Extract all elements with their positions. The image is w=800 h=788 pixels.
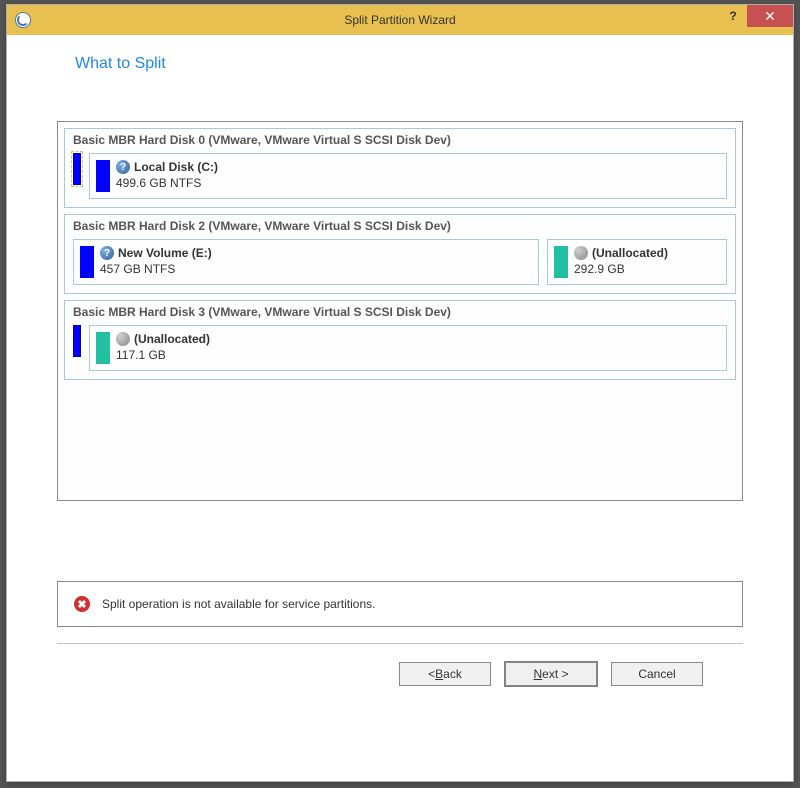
button-row: < Back Next > Cancel bbox=[57, 644, 743, 686]
page-title: What to Split bbox=[75, 55, 743, 73]
partition-details: 292.9 GB bbox=[574, 262, 668, 276]
disk-icon bbox=[574, 246, 588, 260]
partition-color-bar bbox=[554, 246, 568, 278]
info-message: Split operation is not available for ser… bbox=[102, 597, 375, 611]
partition-info: ? Local Disk (C:) 499.6 GB NTFS bbox=[116, 160, 218, 190]
disk-group-3: Basic MBR Hard Disk 3 (VMware, VMware Vi… bbox=[64, 300, 736, 380]
partition-color-bar bbox=[80, 246, 94, 278]
partition-details: 117.1 GB bbox=[116, 348, 210, 362]
wizard-content: What to Split Basic MBR Hard Disk 0 (VMw… bbox=[7, 35, 793, 696]
partition-unallocated[interactable]: (Unallocated) 117.1 GB bbox=[89, 325, 727, 371]
partition-new-volume-e[interactable]: ? New Volume (E:) 457 GB NTFS bbox=[73, 239, 539, 285]
disk-header: Basic MBR Hard Disk 0 (VMware, VMware Vi… bbox=[73, 133, 727, 147]
partition-name-row: ? New Volume (E:) bbox=[100, 246, 212, 260]
close-icon: ✕ bbox=[764, 9, 776, 23]
disk-list: Basic MBR Hard Disk 0 (VMware, VMware Vi… bbox=[57, 121, 743, 501]
help-button[interactable]: ? bbox=[719, 5, 747, 27]
cancel-button[interactable]: Cancel bbox=[611, 662, 703, 686]
partition-details: 457 GB NTFS bbox=[100, 262, 212, 276]
partitions-row: (Unallocated) 117.1 GB bbox=[73, 325, 727, 371]
partitions-row: ? Local Disk (C:) 499.6 GB NTFS bbox=[73, 153, 727, 199]
partition-color-bar bbox=[96, 160, 110, 192]
window-title: Split Partition Wizard bbox=[344, 13, 455, 27]
back-button[interactable]: < Back bbox=[399, 662, 491, 686]
disk-group-2: Basic MBR Hard Disk 2 (VMware, VMware Vi… bbox=[64, 214, 736, 294]
info-icon: ? bbox=[116, 160, 130, 174]
disk-header: Basic MBR Hard Disk 3 (VMware, VMware Vi… bbox=[73, 305, 727, 319]
partition-name-row: (Unallocated) bbox=[574, 246, 668, 260]
info-icon: ? bbox=[100, 246, 114, 260]
info-panel: ✖ Split operation is not available for s… bbox=[57, 581, 743, 627]
app-icon bbox=[15, 12, 31, 28]
partition-details: 499.6 GB NTFS bbox=[116, 176, 218, 190]
partition-lead-bar[interactable] bbox=[73, 153, 81, 185]
window-controls: ? ✕ bbox=[719, 5, 793, 27]
partition-name-row: (Unallocated) bbox=[116, 332, 210, 346]
partition-local-disk-c[interactable]: ? Local Disk (C:) 499.6 GB NTFS bbox=[89, 153, 727, 199]
partition-name-row: ? Local Disk (C:) bbox=[116, 160, 218, 174]
partition-info: ? New Volume (E:) 457 GB NTFS bbox=[100, 246, 212, 276]
disk-header: Basic MBR Hard Disk 2 (VMware, VMware Vi… bbox=[73, 219, 727, 233]
partition-name: (Unallocated) bbox=[134, 332, 210, 346]
partition-name: (Unallocated) bbox=[592, 246, 668, 260]
partition-name: Local Disk (C:) bbox=[134, 160, 218, 174]
error-icon: ✖ bbox=[74, 596, 90, 612]
next-button[interactable]: Next > bbox=[505, 662, 597, 686]
wizard-window: Split Partition Wizard ? ✕ What to Split… bbox=[6, 4, 794, 782]
partition-info: (Unallocated) 117.1 GB bbox=[116, 332, 210, 362]
watermark-text: LO4D.com bbox=[728, 763, 790, 778]
close-button[interactable]: ✕ bbox=[747, 5, 793, 27]
partition-lead-bar[interactable] bbox=[73, 325, 81, 357]
partitions-row: ? New Volume (E:) 457 GB NTFS (Unallocat… bbox=[73, 239, 727, 285]
titlebar: Split Partition Wizard ? ✕ bbox=[7, 5, 793, 35]
partition-color-bar bbox=[96, 332, 110, 364]
watermark: LO4D.com bbox=[706, 762, 790, 778]
download-icon bbox=[706, 762, 722, 778]
disk-icon bbox=[116, 332, 130, 346]
disk-group-0: Basic MBR Hard Disk 0 (VMware, VMware Vi… bbox=[64, 128, 736, 208]
partition-name: New Volume (E:) bbox=[118, 246, 212, 260]
partition-unallocated[interactable]: (Unallocated) 292.9 GB bbox=[547, 239, 727, 285]
partition-info: (Unallocated) 292.9 GB bbox=[574, 246, 668, 276]
